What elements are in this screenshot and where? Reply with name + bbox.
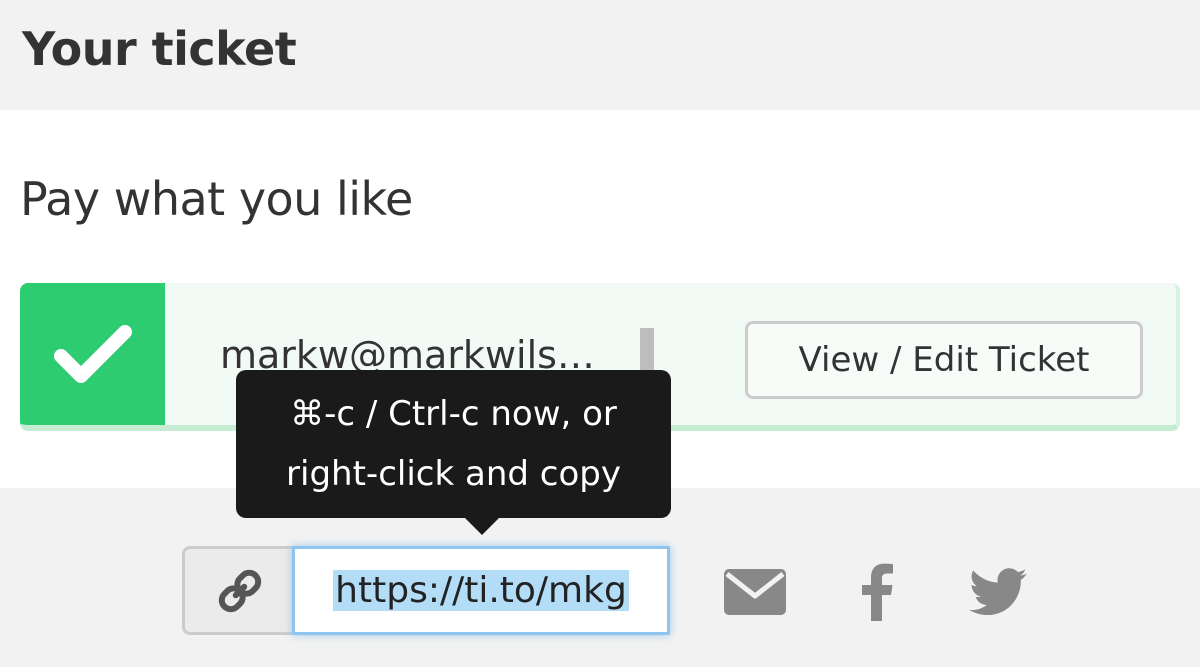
view-edit-ticket-button[interactable]: View / Edit Ticket: [745, 321, 1143, 399]
envelope-icon[interactable]: [723, 562, 787, 622]
share-link-input[interactable]: https://ti.to/mkg: [292, 546, 670, 635]
tooltip-arrow: [464, 517, 500, 535]
link-icon: [182, 546, 294, 635]
share-link-text[interactable]: https://ti.to/mkg: [333, 570, 629, 611]
copy-tooltip: ⌘-c / Ctrl-c now, or right-click and cop…: [236, 370, 671, 518]
ticket-type-name: Pay what you like: [20, 172, 413, 226]
facebook-icon[interactable]: [845, 562, 909, 622]
ticket-status-badge: [20, 283, 165, 425]
tooltip-line-1: ⌘-c / Ctrl-c now, or: [290, 394, 617, 434]
page-header: Your ticket: [0, 0, 1200, 110]
checkmark-icon: [53, 325, 132, 383]
page-title: Your ticket: [22, 22, 297, 76]
tooltip-line-2: right-click and copy: [286, 454, 621, 494]
twitter-icon[interactable]: [966, 562, 1030, 622]
